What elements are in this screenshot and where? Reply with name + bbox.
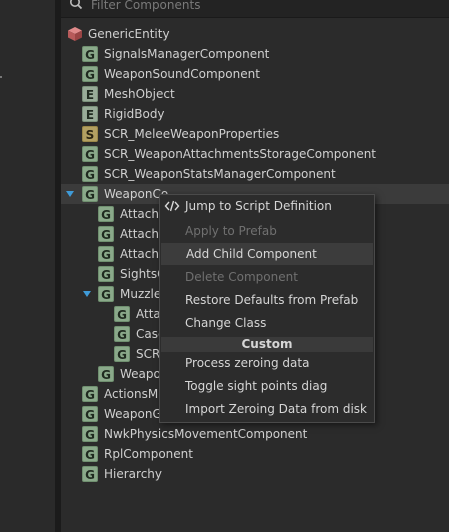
- menu-item-toggle-sight-points[interactable]: Toggle sight points diag: [160, 375, 374, 397]
- tree-row[interactable]: G SCR_WeaponStatsManagerComponent: [61, 164, 449, 184]
- filter-bar: [61, 0, 449, 18]
- g-component-icon: G: [98, 226, 114, 242]
- g-component-icon: G: [82, 386, 98, 402]
- g-component-icon: G: [114, 306, 130, 322]
- g-component-icon: G: [82, 46, 98, 62]
- menu-item-jump-to-script[interactable]: Jump to Script Definition: [160, 195, 374, 217]
- tree-label: SCR_MeleeWeaponProperties: [104, 127, 280, 141]
- tree-label: SCR_WeaponStatsManagerComponent: [104, 167, 336, 181]
- menu-item-apply-to-prefab: Apply to Prefab: [160, 220, 374, 242]
- expand-arrow-icon[interactable]: [66, 191, 74, 197]
- g-component-icon: G: [82, 146, 98, 162]
- g-component-icon: G: [98, 286, 114, 302]
- tree-label: RplComponent: [104, 447, 193, 461]
- tree-label: ActionsMa: [104, 387, 166, 401]
- tree-row[interactable]: G SCR_WeaponAttachmentsStorageComponent: [61, 144, 449, 164]
- tree-row[interactable]: G SignalsManagerComponent: [61, 44, 449, 64]
- g-component-icon: G: [98, 246, 114, 262]
- g-component-icon: G: [82, 186, 98, 202]
- entity-cube-icon: [68, 27, 82, 41]
- g-component-icon: G: [82, 166, 98, 182]
- context-menu: Jump to Script Definition Apply to Prefa…: [159, 194, 375, 423]
- tree-label: SCR_WeaponAttachmentsStorageComponent: [104, 147, 377, 161]
- tree-label: NwkPhysicsMovementComponent: [104, 427, 308, 441]
- tree-row[interactable]: G Hierarchy: [61, 464, 449, 484]
- menu-item-label: Apply to Prefab: [185, 224, 277, 238]
- g-component-icon: G: [82, 406, 98, 422]
- tree-label: Muzzle: [120, 287, 162, 301]
- g-component-icon: G: [82, 446, 98, 462]
- menu-item-label: Add Child Component: [186, 247, 317, 261]
- tree-label: Weapo: [120, 367, 161, 381]
- menu-item-label: Process zeroing data: [185, 356, 310, 370]
- menu-item-import-zeroing[interactable]: Import Zeroing Data from disk: [160, 398, 374, 420]
- tree-label: GenericEntity: [88, 27, 170, 41]
- tree-row[interactable]: E RigidBody: [61, 104, 449, 124]
- menu-item-label: Change Class: [185, 316, 267, 330]
- menu-item-label: Restore Defaults from Prefab: [185, 293, 359, 307]
- filter-components-input[interactable]: [91, 0, 391, 13]
- g-component-icon: G: [98, 266, 114, 282]
- search-icon: [70, 0, 83, 10]
- tree-label: SCR: [136, 347, 161, 361]
- menu-item-label: Import Zeroing Data from disk: [185, 402, 367, 416]
- menu-item-restore-defaults[interactable]: Restore Defaults from Prefab: [160, 289, 374, 311]
- menu-item-add-child-component[interactable]: Add Child Component: [161, 243, 373, 265]
- expand-arrow-icon[interactable]: [83, 291, 91, 297]
- g-component-icon: G: [114, 326, 130, 342]
- tree-label: Attachr: [120, 207, 164, 221]
- g-component-icon: G: [82, 426, 98, 442]
- tree-label: WeaponSoundComponent: [104, 67, 260, 81]
- menu-section-custom: Custom: [161, 337, 373, 352]
- s-script-icon: S: [82, 126, 98, 142]
- tree-row[interactable]: G RplComponent: [61, 444, 449, 464]
- menu-item-label: Delete Component: [185, 270, 298, 284]
- g-component-icon: G: [82, 466, 98, 482]
- tree-row[interactable]: S SCR_MeleeWeaponProperties: [61, 124, 449, 144]
- menu-item-delete-component: Delete Component: [160, 266, 374, 288]
- tree-row[interactable]: G NwkPhysicsMovementComponent: [61, 424, 449, 444]
- tree-label: Attachr: [120, 227, 164, 241]
- tree-row-root[interactable]: GenericEntity: [61, 24, 449, 44]
- g-component-icon: G: [82, 66, 98, 82]
- tree-label: MeshObject: [104, 87, 175, 101]
- g-component-icon: G: [98, 366, 114, 382]
- tree-label: RigidBody: [104, 107, 165, 121]
- tree-label: Hierarchy: [104, 467, 163, 481]
- menu-item-process-zeroing[interactable]: Process zeroing data: [160, 352, 374, 374]
- g-component-icon: G: [98, 206, 114, 222]
- e-object-icon: E: [82, 86, 98, 102]
- tree-label: Attachr: [120, 247, 164, 261]
- left-pane: [0, 0, 55, 532]
- tree-row[interactable]: G WeaponSoundComponent: [61, 64, 449, 84]
- g-component-icon: G: [114, 346, 130, 362]
- tree-label: Atta: [136, 307, 161, 321]
- tree-row[interactable]: E MeshObject: [61, 84, 449, 104]
- code-icon: [164, 200, 180, 212]
- tree-label: SignalsManagerComponent: [104, 47, 270, 61]
- e-object-icon: E: [82, 106, 98, 122]
- left-pane-marker: [0, 76, 2, 78]
- menu-item-label: Jump to Script Definition: [185, 199, 332, 213]
- menu-item-change-class[interactable]: Change Class: [160, 312, 374, 334]
- menu-item-label: Toggle sight points diag: [185, 379, 328, 393]
